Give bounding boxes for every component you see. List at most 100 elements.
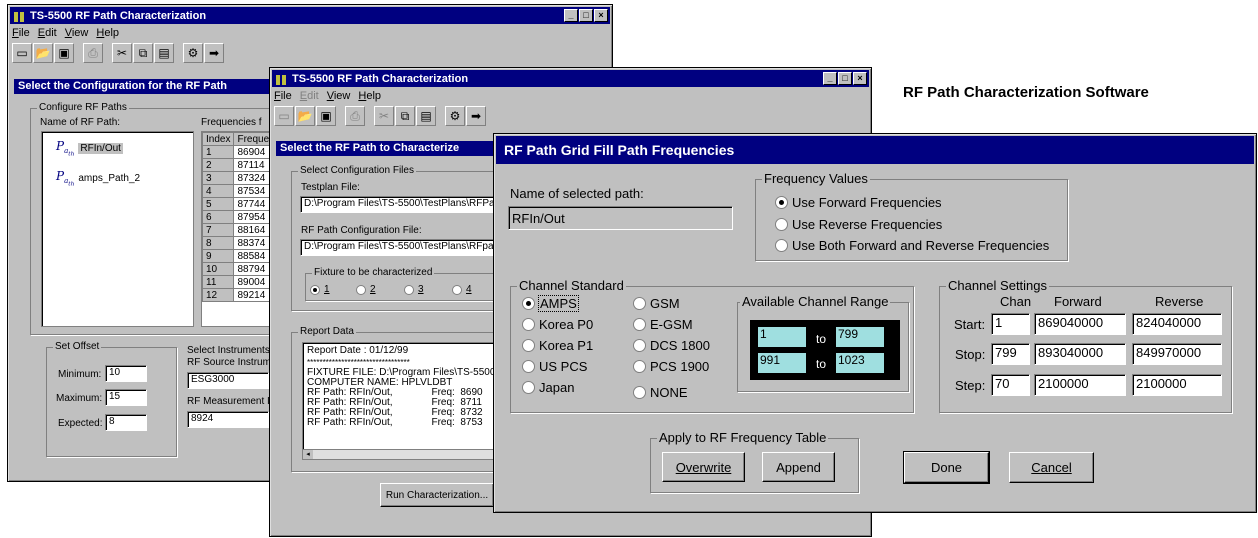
maximum-field[interactable]: 15 xyxy=(105,389,147,406)
open-icon[interactable]: 📂 xyxy=(295,106,315,126)
table-row[interactable]: 10 88794 xyxy=(202,262,270,276)
start-reverse-field[interactable]: 824040000 xyxy=(1132,313,1222,335)
expected-field[interactable]: 8 xyxy=(105,414,147,431)
step-reverse-field[interactable]: 2100000 xyxy=(1132,374,1222,396)
table-row[interactable]: 3 87324 xyxy=(202,171,270,185)
print-icon[interactable]: ⎙ xyxy=(345,106,365,126)
std-pcs-1900-radio[interactable]: PCS 1900 xyxy=(633,359,709,374)
tool-icon[interactable]: ⚙ xyxy=(445,106,465,126)
cut-icon[interactable]: ✂ xyxy=(374,106,394,126)
row-frequency[interactable]: 87744 xyxy=(233,197,270,211)
horizontal-scrollbar[interactable]: ◂ xyxy=(303,449,495,459)
std-japan-radio[interactable]: Japan xyxy=(522,380,574,395)
tool-icon[interactable]: ⚙ xyxy=(183,43,203,63)
copy-icon[interactable]: ⧉ xyxy=(133,43,153,63)
table-row[interactable]: 5 87744 xyxy=(202,197,270,211)
step-forward-field[interactable]: 2100000 xyxy=(1034,374,1126,396)
cut-icon[interactable]: ✂ xyxy=(112,43,132,63)
column-header-frequency[interactable]: Freque xyxy=(233,132,270,146)
table-row[interactable]: 2 87114 xyxy=(202,158,270,172)
stop-reverse-field[interactable]: 849970000 xyxy=(1132,343,1222,365)
open-icon[interactable]: 📂 xyxy=(33,43,53,63)
run-characterization-button[interactable]: Run Characterization... xyxy=(380,483,494,507)
done-button[interactable]: Done xyxy=(903,451,990,484)
row-frequency[interactable]: 88794 xyxy=(233,262,270,276)
std-korea-p1-radio[interactable]: Korea P1 xyxy=(522,338,593,353)
source-instrument-field[interactable]: ESG3000 xyxy=(187,372,269,389)
overwrite-button[interactable]: Overwrite xyxy=(662,452,745,482)
row-frequency[interactable]: 88164 xyxy=(233,223,270,237)
rf-config-field[interactable]: D:\Program Files\TS-5500\TestPlans\RFpa xyxy=(300,239,496,256)
row-frequency[interactable]: 89004 xyxy=(233,275,270,289)
maximize-button[interactable]: □ xyxy=(579,9,593,22)
row-frequency[interactable]: 89214 xyxy=(233,288,270,302)
close-button[interactable]: × xyxy=(594,9,608,22)
minimum-field[interactable]: 10 xyxy=(105,365,147,382)
row-frequency[interactable]: 88374 xyxy=(233,236,270,250)
std-gsm-radio[interactable]: GSM xyxy=(633,296,680,311)
table-row[interactable]: 1 86904 xyxy=(202,145,270,159)
menu-view[interactable]: View xyxy=(65,27,89,41)
fixture-radio-4[interactable]: 4 xyxy=(452,284,472,295)
copy-icon[interactable]: ⧉ xyxy=(395,106,415,126)
cancel-button[interactable]: Cancel xyxy=(1009,452,1094,483)
menu-view[interactable]: View xyxy=(327,90,351,104)
row-frequency[interactable]: 88584 xyxy=(233,249,270,263)
dialog-title[interactable]: RF Path Grid Fill Path Frequencies xyxy=(496,136,1254,164)
stop-forward-field[interactable]: 893040000 xyxy=(1034,343,1126,365)
scroll-left-icon[interactable]: ◂ xyxy=(303,450,313,459)
list-item[interactable]: Path RFIn/Out xyxy=(56,139,123,158)
stop-chan-field[interactable]: 799 xyxy=(991,343,1030,365)
std-amps-radio[interactable]: AMPS xyxy=(522,295,579,312)
rf-path-list[interactable]: Path RFIn/Out Path amps_Path_2 xyxy=(41,131,194,327)
std-korea-p0-radio[interactable]: Korea P0 xyxy=(522,317,593,332)
row-frequency[interactable]: 87324 xyxy=(233,171,270,185)
reverse-frequencies-radio[interactable]: Use Reverse Frequencies xyxy=(775,217,942,232)
menu-edit[interactable]: Edit xyxy=(300,90,319,104)
fixture-radio-2[interactable]: 2 xyxy=(356,284,376,295)
save-icon[interactable]: ▣ xyxy=(316,106,336,126)
paste-icon[interactable]: ▤ xyxy=(416,106,436,126)
table-row[interactable]: 7 88164 xyxy=(202,223,270,237)
row-frequency[interactable]: 87114 xyxy=(233,158,270,172)
menu-file[interactable]: File xyxy=(12,27,30,41)
fixture-radio-3[interactable]: 3 xyxy=(404,284,424,295)
arrow-right-icon[interactable]: ➡ xyxy=(466,106,486,126)
new-icon[interactable]: ▭ xyxy=(274,106,294,126)
title-bar[interactable]: TS-5500 RF Path Characterization _ □ × xyxy=(272,70,869,87)
list-item[interactable]: Path amps_Path_2 xyxy=(56,169,140,188)
table-row[interactable]: 4 87534 xyxy=(202,184,270,198)
row-frequency[interactable]: 87534 xyxy=(233,184,270,198)
report-text-area[interactable]: Report Date : 01/12/99 *****************… xyxy=(302,342,496,460)
std-dcs-1800-radio[interactable]: DCS 1800 xyxy=(633,338,710,353)
row-frequency[interactable]: 87954 xyxy=(233,210,270,224)
menu-file[interactable]: File xyxy=(274,90,292,104)
table-row[interactable]: 11 89004 xyxy=(202,275,270,289)
minimize-button[interactable]: _ xyxy=(564,9,578,22)
measurement-instrument-field[interactable]: 8924 xyxy=(187,411,269,428)
std-us-pcs-radio[interactable]: US PCS xyxy=(522,359,587,374)
both-frequencies-radio[interactable]: Use Both Forward and Reverse Frequencies xyxy=(775,238,1049,253)
table-row[interactable]: 6 87954 xyxy=(202,210,270,224)
selected-path-field[interactable]: RFIn/Out xyxy=(508,206,733,230)
fixture-radio-1[interactable]: 1 xyxy=(310,284,330,295)
table-row[interactable]: 8 88374 xyxy=(202,236,270,250)
paste-icon[interactable]: ▤ xyxy=(154,43,174,63)
print-icon[interactable]: ⎙ xyxy=(83,43,103,63)
maximize-button[interactable]: □ xyxy=(838,72,852,85)
frequency-table[interactable]: Index Freque 1 86904 2 87114 3 87324 4 87534 5 87… xyxy=(201,131,271,327)
save-icon[interactable]: ▣ xyxy=(54,43,74,63)
row-frequency[interactable]: 86904 xyxy=(233,145,270,159)
menu-help[interactable]: Help xyxy=(96,27,119,41)
arrow-right-icon[interactable]: ➡ xyxy=(204,43,224,63)
table-row[interactable]: 12 89214 xyxy=(202,288,270,302)
menu-edit[interactable]: Edit xyxy=(38,27,57,41)
testplan-field[interactable]: D:\Program Files\TS-5500\TestPlans\RFPa xyxy=(300,196,496,213)
std-none-radio[interactable]: NONE xyxy=(633,385,688,400)
append-button[interactable]: Append xyxy=(762,452,835,482)
minimize-button[interactable]: _ xyxy=(823,72,837,85)
step-chan-field[interactable]: 70 xyxy=(991,374,1030,396)
start-forward-field[interactable]: 869040000 xyxy=(1034,313,1126,335)
table-row[interactable]: 9 88584 xyxy=(202,249,270,263)
column-header-index[interactable]: Index xyxy=(202,132,235,146)
